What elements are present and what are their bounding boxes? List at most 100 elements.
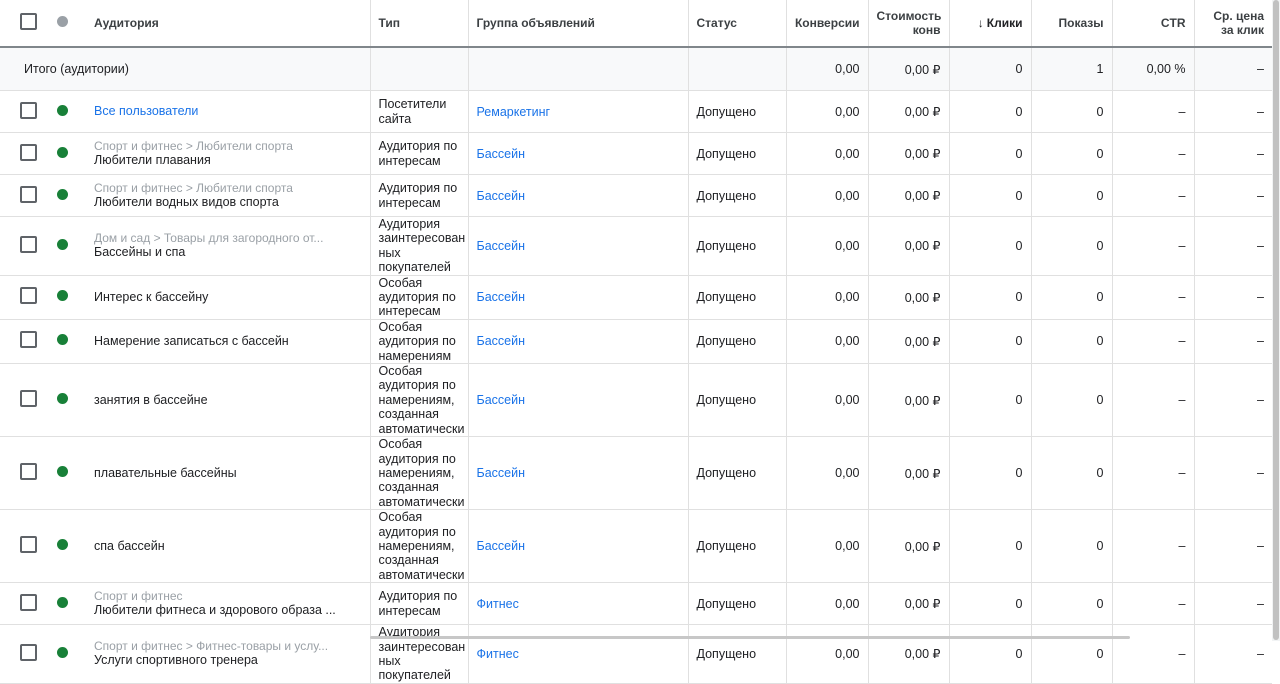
- table-row[interactable]: Спорт и фитнес > Фитнес-товары и услу...…: [0, 624, 1272, 684]
- vertical-scrollbar-thumb[interactable]: [1273, 0, 1279, 640]
- ad-group-link[interactable]: Ремаркетинг: [477, 105, 551, 119]
- row-checkbox[interactable]: [0, 436, 44, 511]
- column-header-impressions[interactable]: Показы: [1030, 0, 1112, 48]
- row-checkbox[interactable]: [0, 174, 44, 217]
- table-row[interactable]: Намерение записаться с бассейн Особая ауд…: [0, 319, 1272, 365]
- row-checkbox[interactable]: [0, 624, 44, 684]
- ad-group-link[interactable]: Бассейн: [477, 239, 526, 253]
- column-header-avg-cpc[interactable]: Ср. цена за клик: [1193, 0, 1272, 48]
- checkbox-icon[interactable]: [20, 185, 37, 203]
- audience-name[interactable]: Любители водных видов спорта: [94, 195, 279, 210]
- row-checkbox[interactable]: [0, 582, 44, 626]
- audience-name[interactable]: Бассейны и спа: [94, 245, 186, 261]
- audience-name[interactable]: плавательные бассейны: [94, 465, 237, 481]
- cost-conv-cell: 0,00 ₽: [867, 275, 949, 320]
- row-status-indicator: [44, 319, 86, 365]
- checkbox-icon[interactable]: [20, 643, 37, 661]
- ad-group-link[interactable]: Бассейн: [477, 189, 526, 203]
- cost-conv-cell: 0,00 ₽: [867, 174, 949, 217]
- column-header-type[interactable]: Тип: [369, 0, 468, 48]
- column-header-clicks[interactable]: ↓ Клики: [948, 0, 1031, 48]
- audience-name[interactable]: Все пользователи: [94, 104, 198, 118]
- table-row[interactable]: спа бассейн Особая аудитория по намерения…: [0, 509, 1272, 584]
- column-header-audience[interactable]: Аудитория: [86, 0, 370, 48]
- row-checkbox[interactable]: [0, 132, 44, 175]
- table-row[interactable]: Спорт и фитнес > Любители спорта Любители…: [0, 132, 1272, 175]
- select-all-checkbox[interactable]: [0, 0, 44, 48]
- clicks-cell: 0: [948, 275, 1031, 320]
- column-header-conversions[interactable]: Конверсии: [785, 0, 868, 48]
- status-dot-icon: [57, 596, 68, 608]
- total-cost-conv: 0,00 ₽: [867, 47, 949, 91]
- ad-group-cell: Бассейн: [467, 319, 688, 365]
- checkbox-icon[interactable]: [20, 536, 37, 554]
- audience-name[interactable]: Любители плавания: [94, 153, 211, 168]
- conversions-cell: 0,00: [785, 509, 868, 584]
- ad-group-link[interactable]: Бассейн: [477, 147, 526, 161]
- ad-group-link[interactable]: Бассейн: [477, 334, 526, 348]
- table-row[interactable]: Спорт и фитнес Любители фитнеса и здорово…: [0, 582, 1272, 626]
- column-header-ctr[interactable]: CTR: [1111, 0, 1194, 48]
- row-checkbox[interactable]: [0, 275, 44, 320]
- row-checkbox[interactable]: [0, 90, 44, 133]
- table-row[interactable]: Дом и сад > Товары для загородного от...…: [0, 216, 1272, 276]
- audience-cell: Дом и сад > Товары для загородного от...…: [86, 216, 370, 276]
- ad-group-link[interactable]: Бассейн: [477, 539, 526, 553]
- type-cell: Особая аудитория по намерениям, созданна…: [369, 509, 468, 584]
- audience-name[interactable]: занятия в бассейне: [94, 392, 208, 408]
- row-status-indicator: [44, 174, 86, 217]
- clicks-cell: 0: [948, 509, 1031, 584]
- checkbox-icon[interactable]: [20, 235, 37, 253]
- ad-group-link[interactable]: Бассейн: [477, 393, 526, 407]
- ad-group-link[interactable]: Бассейн: [477, 466, 526, 480]
- conversions-cell: 0,00: [785, 624, 868, 684]
- column-header-status[interactable]: Статус: [687, 0, 786, 48]
- checkbox-icon[interactable]: [20, 390, 37, 408]
- conversions-cell: 0,00: [785, 319, 868, 365]
- type-cell: Аудитория по интересам: [369, 582, 468, 626]
- row-checkbox[interactable]: [0, 216, 44, 276]
- ad-group-link[interactable]: Бассейн: [477, 290, 526, 304]
- table-row[interactable]: плавательные бассейны Особая аудитория по…: [0, 436, 1272, 511]
- ctr-cell: –: [1111, 275, 1194, 320]
- checkbox-icon[interactable]: [20, 101, 37, 119]
- total-row: Итого (аудитории) 0,00 0,00 ₽ 0 1 0,00 %…: [0, 47, 1272, 91]
- row-status-indicator: [44, 90, 86, 133]
- audience-name[interactable]: спа бассейн: [94, 538, 165, 554]
- checkbox-icon[interactable]: [20, 143, 37, 161]
- table-row[interactable]: Все пользователи Посетители сайта Ремаркет…: [0, 90, 1272, 133]
- audience-table: Аудитория Тип Группа объявлений Статус К…: [0, 0, 1272, 684]
- table-row[interactable]: занятия в бассейне Особая аудитория по на…: [0, 363, 1272, 438]
- checkbox-icon[interactable]: [20, 463, 37, 481]
- audience-name[interactable]: Намерение записаться с бассейн: [94, 333, 289, 349]
- audience-cell: Спорт и фитнес > Любители спорта Любители…: [86, 132, 370, 175]
- ad-group-link[interactable]: Фитнес: [477, 647, 519, 661]
- checkbox-icon[interactable]: [20, 593, 37, 611]
- row-checkbox[interactable]: [0, 363, 44, 438]
- ad-group-link[interactable]: Фитнес: [477, 597, 519, 611]
- audience-type: Особая аудитория по намерениям: [378, 319, 456, 363]
- conversions-cell: 0,00: [785, 90, 868, 133]
- ctr-cell: –: [1111, 216, 1194, 276]
- row-checkbox[interactable]: [0, 319, 44, 365]
- vertical-scrollbar[interactable]: [1272, 0, 1280, 641]
- clicks-cell: 0: [948, 363, 1031, 438]
- audience-name[interactable]: Интерес к бассейну: [94, 289, 209, 305]
- column-header-cost-conv[interactable]: Стоимость конв: [867, 0, 949, 48]
- impressions-cell: 0: [1030, 132, 1112, 175]
- column-header-ad-group[interactable]: Группа объявлений: [467, 0, 688, 48]
- audience-name[interactable]: Любители фитнеса и здорового образа ...: [94, 603, 336, 619]
- audience-type: Аудитория по интересам: [378, 139, 458, 168]
- checkbox-icon[interactable]: [20, 287, 37, 305]
- avg-cpc-cell: –: [1193, 319, 1272, 365]
- status-cell: Допущено: [687, 90, 786, 133]
- table-row[interactable]: Интерес к бассейну Особая аудитория по ин…: [0, 275, 1272, 320]
- checkbox-icon[interactable]: [20, 331, 37, 349]
- status-cell: Допущено: [687, 275, 786, 320]
- audience-name[interactable]: Услуги спортивного тренера: [94, 653, 258, 669]
- row-checkbox[interactable]: [0, 509, 44, 584]
- ad-group-cell: Бассейн: [467, 275, 688, 320]
- checkbox-icon[interactable]: [20, 13, 37, 30]
- horizontal-scrollbar[interactable]: [370, 636, 1130, 639]
- table-row[interactable]: Спорт и фитнес > Любители спорта Любители…: [0, 174, 1272, 217]
